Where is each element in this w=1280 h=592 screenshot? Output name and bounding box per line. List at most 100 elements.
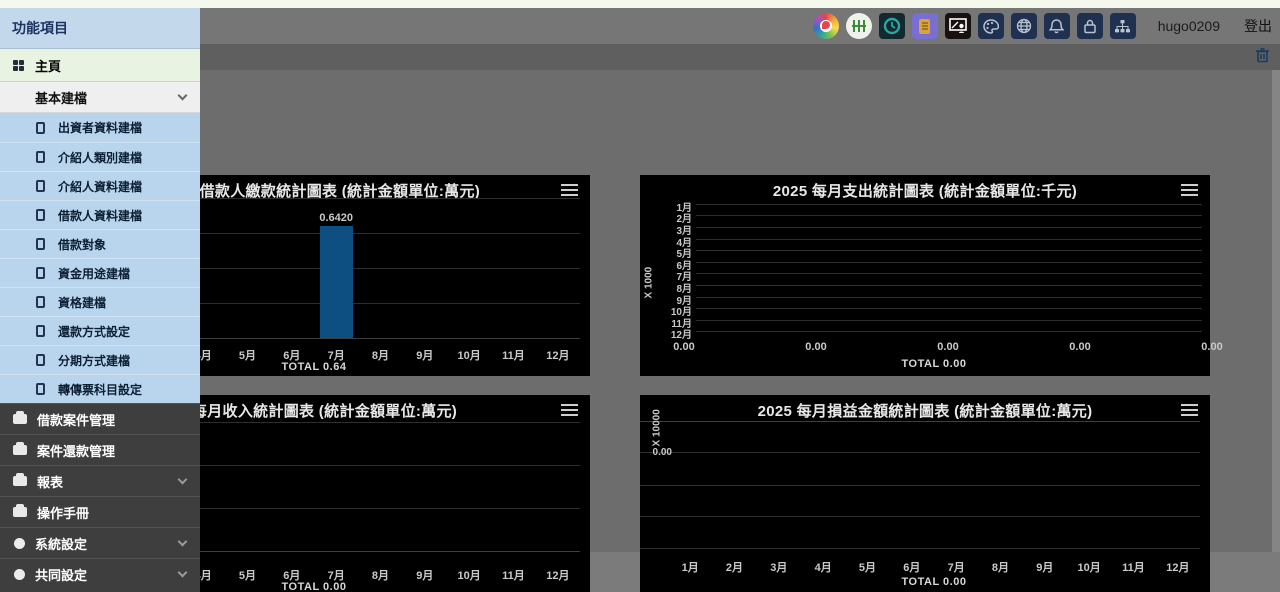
sidebar: 功能項目 主頁 基本建檔 出資者資料建檔介紹人類別建檔介紹人資料建檔借款人資料建… — [0, 8, 200, 592]
briefcase-icon — [13, 445, 27, 455]
chart-monthly-profit-loss: 2025 每月損益金額統計圖表 (統計金額單位:萬元) 1月2月3月4月5月6月… — [640, 395, 1210, 592]
x-tick-label: 2月 — [712, 559, 756, 575]
briefcase-icon — [13, 476, 27, 486]
bar — [320, 226, 353, 338]
x-tick-label: 0.00 — [662, 341, 706, 353]
form-icon — [36, 267, 45, 279]
sidebar-item[interactable]: 報表 — [0, 465, 200, 496]
sidebar-title: 功能項目 — [0, 8, 200, 49]
topbar-icons — [806, 13, 1136, 39]
sidebar-subitem-label: 分期方式建檔 — [58, 352, 130, 369]
sidebar-subitem[interactable]: 借款人資料建檔 — [0, 200, 200, 229]
sidebar-main-menu: 借款案件管理案件還款管理報表操作手冊系統設定共同設定 — [0, 403, 200, 589]
username-label: hugo0209 — [1158, 18, 1220, 34]
sidebar-item-label: 主頁 — [35, 56, 61, 75]
sidebar-group-basic-files[interactable]: 基本建檔 — [0, 82, 200, 113]
sidebar-item-home[interactable]: 主頁 — [0, 49, 200, 82]
sidebar-subitem[interactable]: 分期方式建檔 — [0, 345, 200, 374]
sidebar-item-label: 系統設定 — [35, 534, 87, 553]
x-tick-label: 12月 — [1156, 559, 1200, 575]
gear-icon — [14, 569, 25, 580]
sidebar-subitem-label: 介紹人資料建檔 — [58, 178, 142, 195]
sidebar-subitem-label: 資金用途建檔 — [58, 265, 130, 282]
sidebar-item[interactable]: 共同設定 — [0, 558, 200, 589]
sidebar-subitem-label: 介紹人類別建檔 — [58, 149, 142, 166]
sidebar-submenu: 出資者資料建檔介紹人類別建檔介紹人資料建檔借款人資料建檔借款對象資金用途建檔資格… — [0, 113, 200, 403]
x-tick-label: 10月 — [1067, 559, 1111, 575]
form-icon — [36, 238, 45, 250]
scrollbar[interactable] — [1272, 70, 1280, 552]
chevron-down-icon — [178, 91, 188, 101]
chevron-down-icon — [178, 475, 188, 485]
sidebar-item-label: 操作手冊 — [37, 503, 89, 522]
logout-button[interactable]: 登出 — [1244, 16, 1272, 36]
form-icon — [36, 296, 45, 308]
sidebar-subitem-label: 還款方式設定 — [58, 323, 130, 340]
x-tick-label: 0.00 — [1058, 341, 1102, 353]
x-tick-label: 1月 — [668, 559, 712, 575]
sidebar-subitem-label: 轉傳票科目設定 — [58, 381, 142, 398]
clock-icon[interactable] — [879, 13, 905, 39]
x-tick-label: 5月 — [845, 559, 889, 575]
chart-plot: 1月2月3月4月5月6月7月8月9月10月11月12月0.000.000.000… — [640, 175, 1210, 376]
sidebar-group-label: 基本建檔 — [35, 88, 87, 107]
bell-icon[interactable] — [1044, 13, 1070, 39]
sidebar-subitem[interactable]: 還款方式設定 — [0, 316, 200, 345]
gear-icon — [14, 538, 25, 549]
sidebar-item[interactable]: 系統設定 — [0, 527, 200, 558]
y-tick-label: 12月 — [648, 326, 692, 341]
sidebar-item[interactable]: 操作手冊 — [0, 496, 200, 527]
x-tick-label: 4月 — [801, 559, 845, 575]
top-strip — [0, 0, 1280, 8]
sidebar-subitem[interactable]: 資格建檔 — [0, 287, 200, 316]
sidebar-subitem[interactable]: 出資者資料建檔 — [0, 113, 200, 142]
sitemap-icon[interactable] — [1110, 13, 1136, 39]
chevron-down-icon — [178, 537, 188, 547]
x-tick-label: 0.00 — [926, 341, 970, 353]
sidebar-item[interactable]: 案件還款管理 — [0, 434, 200, 465]
sidebar-subitem[interactable]: 介紹人資料建檔 — [0, 171, 200, 200]
chevron-down-icon — [178, 568, 188, 578]
x-tick-label: 0.00 — [794, 341, 838, 353]
x-tick-label: 7月 — [934, 559, 978, 575]
data-label: 0.6420 — [306, 212, 366, 224]
app-logo-icon[interactable] — [813, 13, 839, 39]
sidebar-item-label: 共同設定 — [35, 565, 87, 584]
page: hugo0209 登出 2025 每月借款人繳款統計圖表 (統計金額單位:萬元)… — [0, 0, 1280, 592]
sidebar-subitem-label: 借款人資料建檔 — [58, 207, 142, 224]
form-icon — [36, 383, 45, 395]
presentation-icon[interactable] — [945, 13, 971, 39]
lock-icon[interactable] — [1077, 13, 1103, 39]
x-tick-label: 8月 — [978, 559, 1022, 575]
sidebar-subitem[interactable]: 資金用途建檔 — [0, 258, 200, 287]
sidebar-item-label: 案件還款管理 — [37, 441, 115, 460]
palette-icon[interactable] — [978, 13, 1004, 39]
x-tick-label: 6月 — [890, 559, 934, 575]
axis-unit-label: X 10000 — [652, 397, 663, 447]
total-label: TOTAL 0.00 — [668, 358, 1200, 370]
x-tick-label: 11月 — [1111, 559, 1155, 575]
bank-logo-icon[interactable] — [846, 13, 872, 39]
trash-icon[interactable] — [1255, 47, 1270, 68]
globe-icon[interactable] — [1011, 13, 1037, 39]
sidebar-subitem-label: 借款對象 — [58, 236, 106, 253]
x-tick-label: 3月 — [757, 559, 801, 575]
x-tick-label: 9月 — [1023, 559, 1067, 575]
x-tick-label: 0.00 — [1190, 341, 1234, 353]
axis-unit-label: X 1000 — [644, 248, 655, 298]
grid-icon — [13, 60, 24, 71]
sidebar-subitem-label: 出資者資料建檔 — [58, 119, 142, 136]
total-label: TOTAL 0.00 — [668, 576, 1200, 588]
sidebar-subitem[interactable]: 轉傳票科目設定 — [0, 374, 200, 403]
form-icon — [36, 122, 45, 134]
sidebar-item-label: 報表 — [37, 472, 63, 491]
sidebar-item-label: 借款案件管理 — [37, 410, 115, 429]
form-icon — [36, 151, 45, 163]
scroll-icon[interactable] — [912, 13, 938, 39]
sidebar-subitem[interactable]: 借款對象 — [0, 229, 200, 258]
form-icon — [36, 209, 45, 221]
sidebar-subitem[interactable]: 介紹人類別建檔 — [0, 142, 200, 171]
sidebar-item[interactable]: 借款案件管理 — [0, 403, 200, 434]
chart-monthly-expense: 2025 每月支出統計圖表 (統計金額單位:千元) 1月2月3月4月5月6月7月… — [640, 175, 1210, 376]
form-icon — [36, 354, 45, 366]
